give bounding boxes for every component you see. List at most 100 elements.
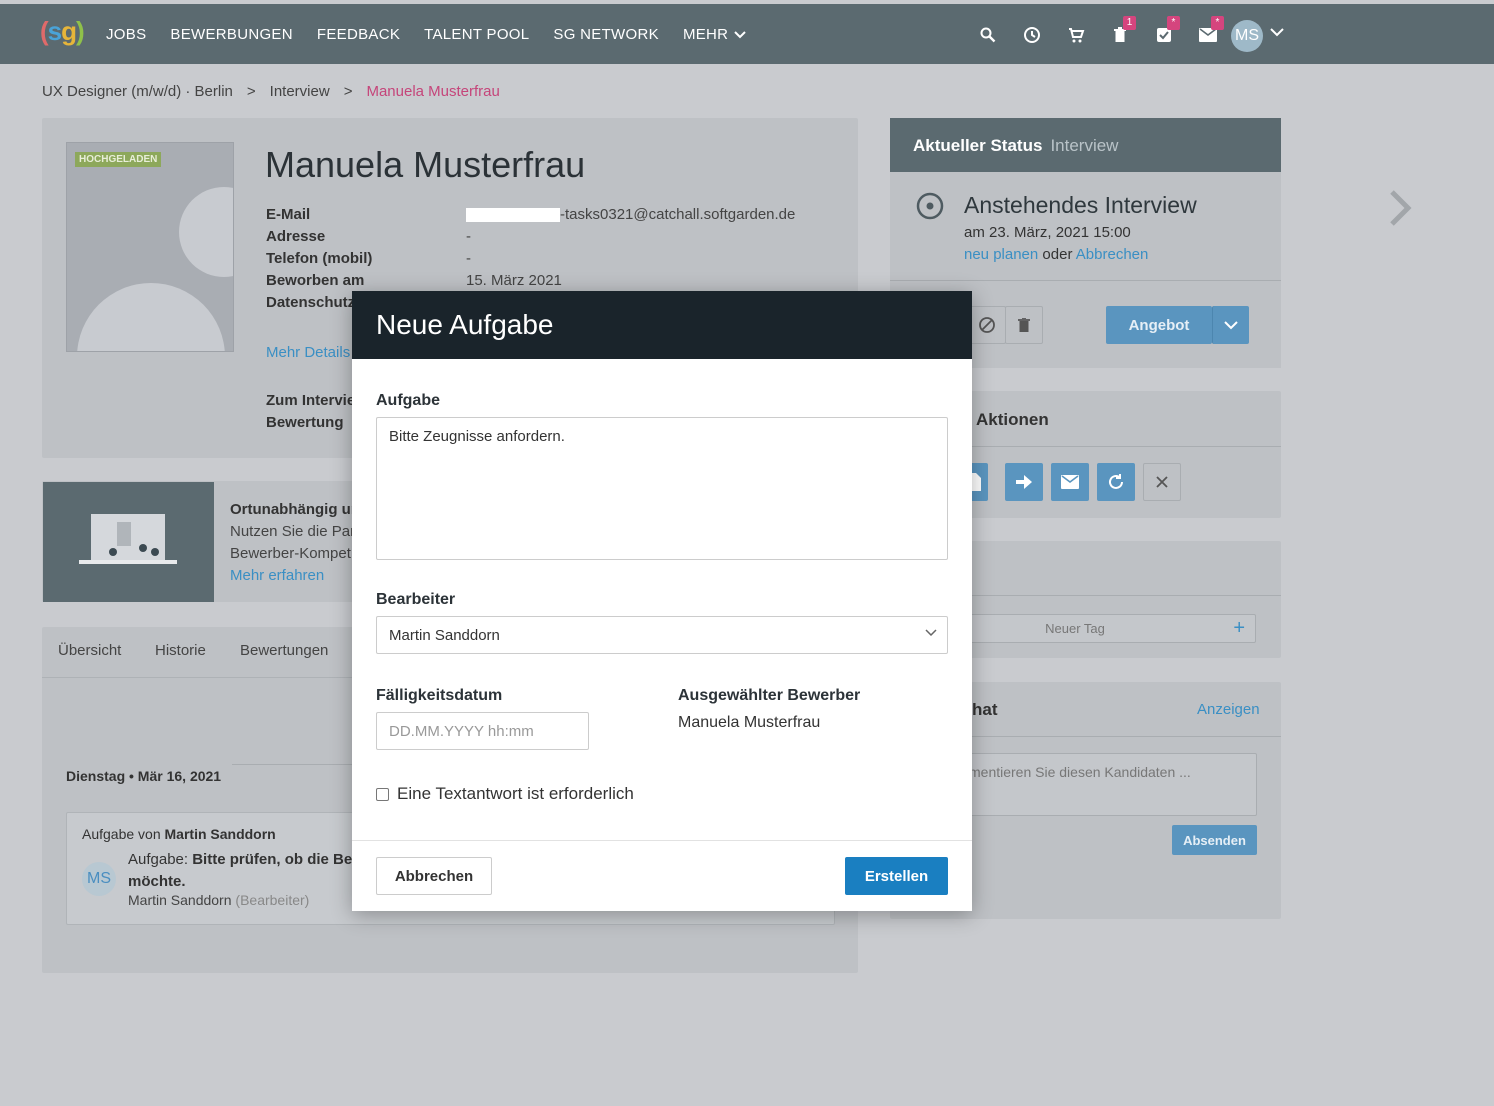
rating-label: Bewertung	[266, 414, 344, 431]
assignee-select[interactable]: Martin Sanddorn	[376, 616, 948, 654]
nav-jobs[interactable]: JOBS	[106, 26, 146, 43]
chat-send-button[interactable]: Absenden	[1172, 825, 1257, 855]
create-button[interactable]: Erstellen	[845, 857, 948, 895]
replan-link[interactable]: neu planen	[964, 246, 1038, 263]
tasks-badge: *	[1167, 16, 1180, 30]
reject-action-button[interactable]	[1143, 463, 1181, 501]
profile-values: -tasks0321@catchall.softgarden.de - - 15…	[466, 204, 795, 292]
main-nav: JOBS BEWERBUNGEN FEEDBACK TALENT POOL SG…	[106, 26, 747, 43]
task-description: Aufgabe: Bitte prüfen, ob die Bev möchte.	[128, 849, 361, 893]
add-tag-icon[interactable]: +	[1233, 617, 1245, 640]
breadcrumb: UX Designer (m/w/d) · Berlin > Interview…	[42, 83, 500, 100]
top-navigation-bar: (sg) JOBS BEWERBUNGEN FEEDBACK TALENT PO…	[0, 4, 1494, 64]
interview-datetime: am 23. März, 2021 15:00	[964, 224, 1131, 241]
chat-show-link[interactable]: Anzeigen	[1197, 701, 1260, 718]
task-assignee-role: (Bearbeiter)	[235, 892, 310, 908]
checkbox-box[interactable]	[376, 787, 389, 801]
assignee-label: Bearbeiter	[376, 591, 456, 608]
chevron-down-icon	[734, 30, 747, 38]
tab-history[interactable]: Historie	[155, 642, 206, 659]
phone-label: Telefon (mobil)	[266, 250, 373, 267]
phone-value: -	[466, 250, 471, 267]
email-action-button[interactable]	[1051, 463, 1089, 501]
task-label: Aufgabe	[376, 392, 440, 409]
cart-icon[interactable]	[1054, 20, 1098, 50]
interview-actions: neu planen oder Abbrechen	[964, 246, 1148, 263]
task-from-prefix: Aufgabe von	[82, 826, 165, 842]
cancel-button[interactable]: Abbrechen	[376, 857, 492, 895]
offer-button[interactable]: Angebot	[1106, 306, 1212, 344]
new-tag-input[interactable]: Neuer Tag +	[960, 614, 1256, 643]
cancel-interview-link[interactable]: Abbrechen	[1076, 246, 1149, 263]
chat-title: hat	[972, 700, 998, 719]
task-prefix: Aufgabe:	[128, 851, 193, 868]
mail-icon[interactable]: *	[1186, 16, 1230, 50]
email-value[interactable]: -tasks0321@catchall.softgarden.de	[466, 204, 795, 226]
new-task-modal: Neue Aufgabe Aufgabe Bitte Zeugnisse anf…	[352, 291, 972, 911]
email-suffix: -tasks0321@catchall.softgarden.de	[560, 206, 796, 223]
chevron-down-icon[interactable]	[1270, 28, 1284, 37]
due-date-input[interactable]: DD.MM.YYYY hh:mm	[376, 712, 589, 750]
user-avatar[interactable]: MS	[1231, 20, 1263, 52]
nav-mehr[interactable]: MEHR	[682, 26, 747, 43]
breadcrumb-job[interactable]: UX Designer (m/w/d) · Berlin	[42, 83, 233, 100]
applied-label: Beworben am	[266, 272, 365, 289]
toolbar-icons: 1 * *	[966, 16, 1230, 50]
trash-icon[interactable]: 1	[1098, 16, 1142, 50]
candidate-name: Manuela Musterfrau	[265, 144, 586, 185]
reset-action-button[interactable]	[1097, 463, 1135, 501]
promo-text-2: Bewerber-Kompet	[230, 545, 351, 562]
trash-badge: 1	[1123, 16, 1136, 30]
nav-bewerbungen[interactable]: BEWERBUNGEN	[170, 26, 292, 43]
delete-button[interactable]	[1005, 306, 1043, 344]
modal-title: Neue Aufgabe	[352, 291, 972, 359]
offer-dropdown-button[interactable]	[1212, 306, 1249, 344]
uploaded-badge: HOCHGELADEN	[75, 152, 162, 167]
mail-icon	[1061, 475, 1079, 489]
text-required-label: Eine Textantwort ist erforderlich	[397, 784, 634, 803]
trash-icon	[1018, 318, 1030, 332]
address-label: Adresse	[266, 228, 326, 245]
nav-sg-network[interactable]: SG NETWORK	[553, 26, 659, 43]
nav-feedback[interactable]: FEEDBACK	[317, 26, 400, 43]
promo-title: Ortunabhängig ur	[230, 501, 357, 518]
block-button[interactable]	[968, 306, 1006, 344]
text-required-checkbox[interactable]: Eine Textantwort ist erforderlich	[376, 784, 634, 804]
tasks-check-icon[interactable]: *	[1142, 16, 1186, 50]
breadcrumb-stage[interactable]: Interview	[270, 83, 330, 100]
due-date-label: Fälligkeitsdatum	[376, 687, 503, 704]
selected-candidate-value: Manuela Musterfrau	[678, 714, 821, 731]
forward-action-button[interactable]	[1005, 463, 1043, 501]
new-tag-placeholder: Neuer Tag	[1045, 621, 1105, 636]
arrow-right-icon	[1016, 475, 1032, 489]
history-clock-icon[interactable]	[1010, 20, 1054, 50]
task-text-2: möchte.	[128, 873, 186, 890]
chat-comment-input[interactable]: mentieren Sie diesen Kandidaten ...	[960, 753, 1257, 816]
upcoming-interview-title: Anstehendes Interview	[964, 192, 1197, 218]
tab-ratings[interactable]: Bewertungen	[240, 642, 328, 659]
task-assignee-name: Martin Sanddorn	[128, 892, 232, 908]
task-textarea[interactable]: Bitte Zeugnisse anfordern.	[376, 417, 948, 560]
softgarden-logo[interactable]: (sg)	[40, 16, 85, 47]
assignee-avatar: MS	[82, 862, 116, 896]
interview-label: Zum Intervie	[266, 392, 356, 409]
redacted-block	[466, 208, 560, 223]
nav-mehr-label: MEHR	[682, 26, 729, 43]
target-icon	[916, 192, 944, 220]
promo-text-1: Nutzen Sie die Part	[230, 523, 360, 540]
selected-candidate-label: Ausgewählter Bewerber	[678, 687, 861, 704]
refresh-icon	[1109, 474, 1123, 489]
search-icon[interactable]	[966, 20, 1010, 50]
task-assignee: Martin Sanddorn (Bearbeiter)	[128, 892, 309, 908]
tab-overview[interactable]: Übersicht	[58, 642, 121, 659]
task-from-name: Martin Sanddorn	[164, 826, 276, 842]
next-candidate-arrow-icon[interactable]	[1388, 188, 1414, 228]
candidate-photo: HOCHGELADEN	[66, 142, 234, 352]
breadcrumb-separator: >	[246, 83, 256, 100]
assignee-select-value: Martin Sanddorn	[389, 627, 500, 644]
breadcrumb-separator: >	[343, 83, 353, 100]
more-details-link[interactable]: Mehr Details	[266, 344, 350, 361]
actions-title: Aktionen	[976, 410, 1049, 429]
promo-more-link[interactable]: Mehr erfahren	[230, 567, 324, 584]
nav-talent-pool[interactable]: TALENT POOL	[424, 26, 529, 43]
